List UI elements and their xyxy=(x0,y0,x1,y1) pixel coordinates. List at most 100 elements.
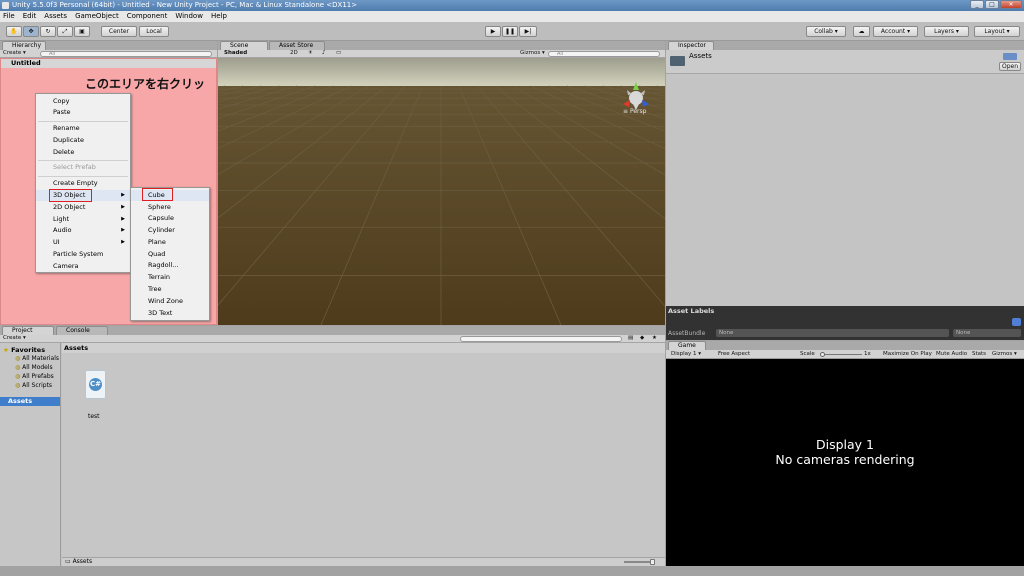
effects-icon[interactable]: ▭ xyxy=(336,50,341,57)
tab-inspector[interactable]: Inspector xyxy=(668,41,714,50)
move-tool-button[interactable]: ✥ xyxy=(23,26,39,37)
cloud-button[interactable]: ☁ xyxy=(853,26,870,37)
display-dropdown[interactable]: Display 1 ▾ xyxy=(671,351,701,358)
layout-dropdown[interactable]: Layout ▾ xyxy=(974,26,1020,37)
favorites-item[interactable]: ◍ All Models xyxy=(15,364,53,371)
menu-item-create-empty[interactable]: Create Empty xyxy=(36,178,130,189)
pivot-center-button[interactable]: Center xyxy=(101,26,137,37)
stats-toggle[interactable]: Stats xyxy=(972,351,986,358)
label-tag-icon[interactable] xyxy=(1012,318,1021,326)
menu-component[interactable]: Component xyxy=(127,11,168,22)
menu-separator xyxy=(38,121,128,122)
menu-assets[interactable]: Assets xyxy=(44,11,67,22)
rect-tool-button[interactable]: ▣ xyxy=(74,26,90,37)
favorites-item[interactable]: ◍ All Scripts xyxy=(15,382,52,389)
assetbundle-dropdown[interactable]: None xyxy=(716,329,949,337)
menu-item-audio[interactable]: Audio ▶ xyxy=(36,225,130,236)
tab-project[interactable]: Project xyxy=(2,326,54,335)
close-button[interactable]: ✕ xyxy=(1000,0,1022,9)
scene-search-input[interactable]: All xyxy=(548,51,660,57)
submenu-item-plane[interactable]: Plane xyxy=(131,237,209,248)
favorites-item[interactable]: ◍ All Materials xyxy=(15,355,59,362)
submenu-item-tree[interactable]: Tree xyxy=(131,284,209,295)
menu-item-duplicate[interactable]: Duplicate xyxy=(36,135,130,146)
search-icon: ◍ xyxy=(15,355,21,362)
scene-root-row[interactable]: Untitled xyxy=(1,59,216,68)
2d-toggle[interactable]: 2D xyxy=(290,50,298,57)
tab-scene[interactable]: Scene xyxy=(220,41,268,50)
assets-folder-row[interactable]: Assets xyxy=(0,397,60,406)
menu-item-light[interactable]: Light ▶ xyxy=(36,214,130,225)
maximize-button[interactable]: □ xyxy=(985,0,999,9)
breadcrumb-label: Assets xyxy=(64,344,89,352)
menu-item-ui[interactable]: UI ▶ xyxy=(36,237,130,248)
account-dropdown[interactable]: Account ▾ xyxy=(873,26,918,37)
rotate-tool-button[interactable]: ↻ xyxy=(40,26,56,37)
assetbundle-variant-dropdown[interactable]: None xyxy=(953,329,1021,337)
hand-tool-button[interactable]: ✋ xyxy=(6,26,22,37)
project-breadcrumb[interactable]: Assets xyxy=(62,343,665,353)
icon-size-slider-thumb[interactable] xyxy=(650,559,655,565)
audio-icon[interactable]: ♪ xyxy=(322,50,326,57)
tab-game[interactable]: Game xyxy=(668,341,706,350)
settings-gear-icon[interactable] xyxy=(1003,53,1017,60)
menu-item-camera[interactable]: Camera xyxy=(36,261,130,272)
submenu-item-3d-text[interactable]: 3D Text xyxy=(131,308,209,319)
submenu-item-wind-zone[interactable]: Wind Zone xyxy=(131,296,209,307)
layers-dropdown[interactable]: Layers ▾ xyxy=(924,26,969,37)
scene-viewport[interactable] xyxy=(218,58,665,325)
open-button[interactable]: Open xyxy=(999,62,1021,71)
play-button[interactable]: ▶ xyxy=(485,26,501,37)
cloud-icon: ☁ xyxy=(858,28,865,35)
persp-label[interactable]: ≡ Persp xyxy=(623,108,646,115)
menu-item-particle-system[interactable]: Particle System xyxy=(36,249,130,260)
collab-dropdown[interactable]: Collab ▾ xyxy=(806,26,846,37)
menu-file[interactable]: File xyxy=(3,11,15,22)
filter-type-icon[interactable]: ▤ xyxy=(628,335,633,342)
menu-item-rename[interactable]: Rename xyxy=(36,123,130,134)
scene-toolbar: Shaded 2D ☀ ♪ ▭ Gizmos ▾ All xyxy=(218,50,665,58)
scale-slider[interactable] xyxy=(822,354,862,355)
menu-help[interactable]: Help xyxy=(211,11,227,22)
submenu-item-sphere[interactable]: Sphere xyxy=(131,202,209,213)
hierarchy-search-input[interactable]: All xyxy=(40,51,212,57)
lighting-icon[interactable]: ☀ xyxy=(308,50,313,57)
menu-edit[interactable]: Edit xyxy=(23,11,37,22)
tab-asset-store[interactable]: Asset Store xyxy=(269,41,325,50)
menu-gameobject[interactable]: GameObject xyxy=(75,11,119,22)
favorites-header[interactable]: ★ Favorites xyxy=(3,346,45,354)
project-create-button[interactable]: Create ▾ xyxy=(3,335,26,342)
hierarchy-create-button[interactable]: Create ▾ xyxy=(3,50,26,57)
mute-audio-toggle[interactable]: Mute Audio xyxy=(936,351,967,358)
step-button[interactable]: ▶| xyxy=(519,26,537,37)
menu-item-2d-object[interactable]: 2D Object ▶ xyxy=(36,202,130,213)
submenu-item-capsule[interactable]: Capsule xyxy=(131,213,209,224)
favorite-star-icon[interactable]: ★ xyxy=(652,335,657,342)
script-file-icon[interactable]: C# xyxy=(85,370,106,399)
aspect-dropdown[interactable]: Free Aspect xyxy=(718,351,750,358)
scale-tool-button[interactable]: ⤢ xyxy=(57,26,73,37)
submenu-item-cylinder[interactable]: Cylinder xyxy=(131,225,209,236)
favorites-item[interactable]: ◍ All Prefabs xyxy=(15,373,54,380)
shading-dropdown[interactable]: Shaded xyxy=(224,50,247,57)
space-local-button[interactable]: Local xyxy=(139,26,169,37)
submenu-item-ragdoll[interactable]: Ragdoll... xyxy=(131,260,209,271)
tab-console[interactable]: Console xyxy=(56,326,108,335)
menu-window[interactable]: Window xyxy=(175,11,203,22)
submenu-item-quad[interactable]: Quad xyxy=(131,249,209,260)
submenu-item-terrain[interactable]: Terrain xyxy=(131,272,209,283)
project-search-input[interactable] xyxy=(460,336,622,342)
scale-slider-thumb[interactable] xyxy=(820,352,825,357)
menu-item-delete[interactable]: Delete xyxy=(36,147,130,158)
filter-label-icon[interactable]: ◆ xyxy=(640,335,644,342)
title-bar: Unity 5.5.0f3 Personal (64bit) - Untitle… xyxy=(0,0,1024,11)
tab-hierarchy[interactable]: Hierarchy xyxy=(2,41,46,50)
gizmos-dropdown[interactable]: Gizmos ▾ xyxy=(520,50,545,57)
maximize-on-play-toggle[interactable]: Maximize On Play xyxy=(883,351,932,358)
game-gizmos-dropdown[interactable]: Gizmos ▾ xyxy=(992,351,1017,358)
menu-item-paste[interactable]: Paste xyxy=(36,107,130,118)
menu-item-copy[interactable]: Copy xyxy=(36,96,130,107)
minimize-button[interactable]: _ xyxy=(970,0,984,9)
pause-button[interactable]: ❚❚ xyxy=(502,26,518,37)
project-tab-label: Project xyxy=(12,327,33,334)
